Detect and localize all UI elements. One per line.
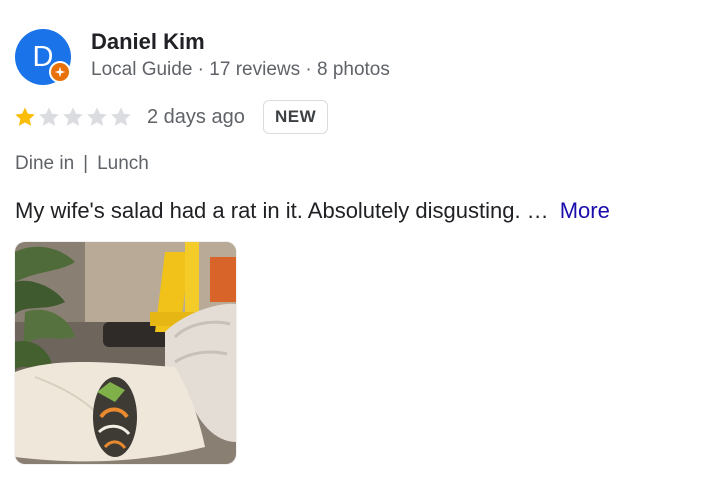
- tag-meal: Lunch: [97, 153, 149, 174]
- review-text-container: My wife's salad had a rat in it. Absolut…: [15, 198, 610, 224]
- star-icon: [63, 107, 83, 126]
- review-text: My wife's salad had a rat in it. Absolut…: [15, 198, 549, 223]
- local-guide-badge: [49, 61, 71, 83]
- review-photo[interactable]: [15, 242, 236, 464]
- more-link[interactable]: More: [560, 198, 610, 223]
- new-badge: NEW: [263, 100, 329, 134]
- tag-service: Dine in: [15, 153, 75, 174]
- star-rating: [13, 105, 133, 129]
- star-icon: [87, 107, 107, 126]
- reviewer-name[interactable]: Daniel Kim: [91, 29, 205, 55]
- star-icon: [39, 107, 59, 126]
- local-guide-star-icon: [51, 63, 69, 81]
- visit-tags: Dine in | Lunch: [15, 153, 149, 175]
- review-date: 2 days ago: [147, 106, 245, 128]
- star-icon: [15, 107, 35, 126]
- tag-separator: |: [83, 153, 89, 174]
- star-icon: [111, 107, 131, 126]
- reviewer-meta: Local Guide · 17 reviews · 8 photos: [91, 59, 390, 80]
